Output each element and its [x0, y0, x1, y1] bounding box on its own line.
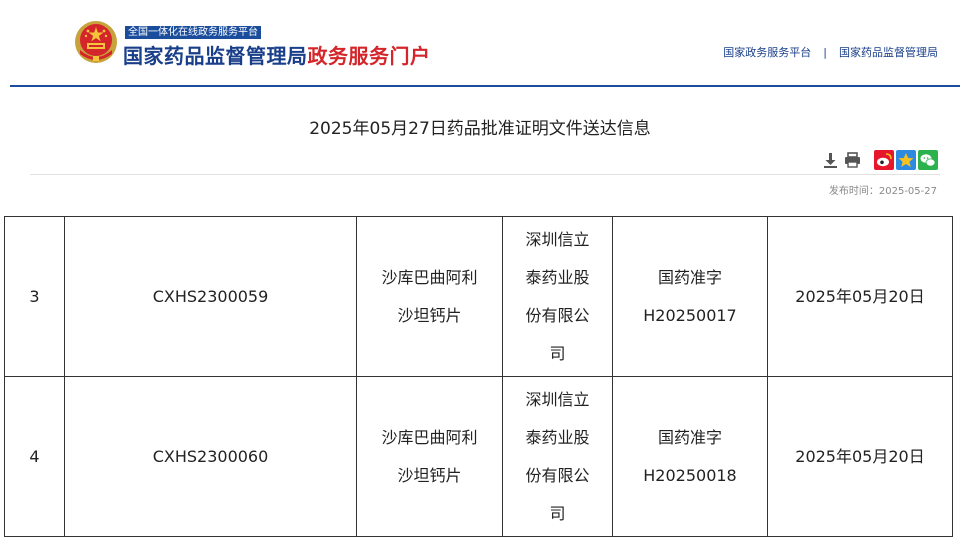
site-brand[interactable]: 国家药品监督管理局政务服务门户 — [123, 42, 431, 70]
drug-name: 沙库巴曲阿利 沙坦钙片 — [356, 376, 503, 537]
approval-table: 3 CXHS2300059 沙库巴曲阿利 沙坦钙片 深圳信立 泰药业股 份有限公司 国… — [4, 216, 953, 537]
header-divider — [10, 85, 960, 87]
wechat-icon[interactable] — [918, 150, 938, 170]
publish-date: 发布时间：2025-05-27 — [829, 182, 937, 197]
table-row: 4 CXHS2300060 沙库巴曲阿利 沙坦钙片 深圳信立 泰药业股 份有限公司 国… — [4, 376, 953, 537]
brand-agency-name: 国家药品监督管理局 — [123, 44, 308, 68]
acceptance-code: CXHS2300059 — [64, 216, 357, 377]
top-nav: 国家政务服务平台 | 国家药品监督管理局 — [723, 44, 938, 60]
drug-name: 沙库巴曲阿利 沙坦钙片 — [356, 216, 503, 377]
share-toolbar — [820, 150, 940, 172]
weibo-icon[interactable] — [874, 150, 894, 170]
nav-link-gov-service-platform[interactable]: 国家政务服务平台 — [723, 46, 811, 59]
company-name: 深圳信立 泰药业股 份有限公司 — [502, 376, 613, 537]
approval-date: 2025年05月20日 — [767, 376, 953, 537]
company-name: 深圳信立 泰药业股 份有限公司 — [502, 216, 613, 377]
table-row: 3 CXHS2300059 沙库巴曲阿利 沙坦钙片 深圳信立 泰药业股 份有限公司 国… — [4, 216, 953, 377]
page-title: 2025年05月27日药品批准证明文件送达信息 — [309, 119, 651, 139]
approval-number: 国药准字 H20250018 — [612, 376, 768, 537]
row-number: 4 — [4, 376, 65, 537]
nav-separator: | — [823, 46, 827, 59]
publish-date-label: 发布时间： — [828, 186, 879, 197]
approval-date: 2025年05月20日 — [767, 216, 953, 377]
publish-date-value: 2025-05-27 — [878, 186, 937, 197]
approval-number: 国药准字 H20250017 — [612, 216, 768, 377]
platform-tagline: 全国一体化在线政务服务平台 — [125, 26, 261, 39]
national-emblem-icon — [75, 21, 117, 63]
nav-link-nmpa[interactable]: 国家药品监督管理局 — [839, 46, 938, 59]
download-icon[interactable] — [820, 150, 840, 170]
content-divider — [30, 174, 940, 175]
qzone-icon[interactable] — [896, 150, 916, 170]
print-icon[interactable] — [842, 150, 862, 170]
site-header: 全国一体化在线政务服务平台 国家药品监督管理局政务服务门户 国家政务服务平台 | 国… — [0, 0, 960, 87]
row-number: 3 — [4, 216, 65, 377]
acceptance-code: CXHS2300060 — [64, 376, 357, 537]
brand-portal-name: 政务服务门户 — [307, 44, 431, 68]
